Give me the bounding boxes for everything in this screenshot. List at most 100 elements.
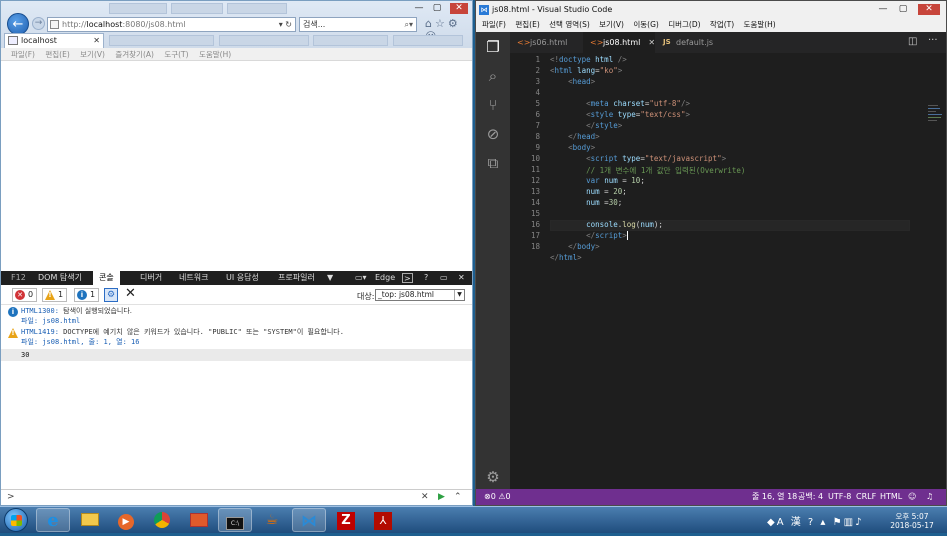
- blurred-tab[interactable]: [109, 3, 167, 14]
- source-control-icon[interactable]: ⑂: [483, 95, 503, 115]
- problems-count[interactable]: ⊗0 ⚠0: [484, 489, 511, 505]
- cursor-position[interactable]: 줄 16, 열 18: [752, 489, 797, 505]
- back-arrow-icon[interactable]: ←: [7, 13, 29, 35]
- info-filter[interactable]: i 1: [74, 288, 100, 302]
- emulation-mode[interactable]: Edge: [375, 271, 395, 285]
- blurred-tab[interactable]: [109, 35, 214, 46]
- blurred-tab[interactable]: [393, 35, 463, 46]
- system-tray[interactable]: ◆A 漢 ? ▴ ⚑▥♪: [767, 513, 863, 528]
- menu-help[interactable]: 도움말(H): [744, 20, 776, 29]
- message-file-link[interactable]: 파일: js08.html, 줄: 1, 열: 16: [21, 337, 472, 347]
- cmd-icon[interactable]: C:\: [218, 508, 252, 532]
- tab-close-icon[interactable]: ✕: [648, 38, 655, 47]
- tab-localhost[interactable]: localhost ✕: [4, 33, 104, 48]
- debug-icon[interactable]: ⊘: [483, 124, 503, 144]
- encoding[interactable]: UTF-8: [828, 489, 851, 505]
- extensions-icon[interactable]: ⧉: [483, 153, 503, 173]
- menu-edit[interactable]: 편집(E): [515, 20, 539, 29]
- close-icon[interactable]: ✕: [450, 3, 468, 14]
- tab-ui-responsiveness[interactable]: UI 응답성: [226, 271, 259, 285]
- blurred-tab[interactable]: [171, 3, 223, 14]
- console-toggle-icon[interactable]: >: [402, 273, 413, 283]
- more-actions-icon[interactable]: ···: [928, 35, 938, 46]
- menu-go[interactable]: 이동(G): [633, 20, 658, 29]
- menu-tools[interactable]: 도구(T): [164, 50, 188, 59]
- console-input[interactable]: > ✕ ▶ ⌃: [1, 489, 472, 505]
- search-icon[interactable]: ⌕: [483, 66, 503, 86]
- language-mode[interactable]: HTML: [880, 489, 902, 505]
- minimize-icon[interactable]: —: [876, 4, 890, 15]
- language-bar-icon[interactable]: ◆: [767, 517, 777, 528]
- expand-icon[interactable]: ⌃: [454, 490, 462, 505]
- file-explorer-icon[interactable]: [73, 508, 107, 532]
- help-icon[interactable]: ?: [424, 271, 428, 285]
- minimize-icon[interactable]: —: [412, 3, 426, 14]
- tab-console[interactable]: 콘솔: [93, 271, 120, 285]
- error-filter[interactable]: ✕ 0: [12, 288, 38, 302]
- explorer-icon[interactable]: ❐: [483, 37, 503, 57]
- undock-icon[interactable]: ▭: [440, 271, 448, 285]
- menu-file[interactable]: 파일(F): [482, 20, 506, 29]
- menu-debug[interactable]: 디버그(D): [668, 20, 700, 29]
- menu-favorites[interactable]: 즐겨찾기(A): [115, 50, 154, 59]
- tab-js08[interactable]: <> js08.html ✕: [583, 32, 655, 53]
- help-icon[interactable]: ?: [808, 517, 815, 528]
- end-of-line[interactable]: CRLF: [856, 489, 876, 505]
- start-button[interactable]: [4, 508, 28, 532]
- message-file-link[interactable]: 파일: js08.html: [21, 316, 472, 326]
- menu-view[interactable]: 보기(V): [599, 20, 624, 29]
- menu-edit[interactable]: 편집(E): [45, 50, 69, 59]
- minimap[interactable]: [928, 103, 944, 125]
- indentation[interactable]: 공백: 4: [798, 489, 823, 505]
- tab-dom-explorer[interactable]: DOM 탐색기: [38, 271, 82, 285]
- blurred-tab[interactable]: [227, 3, 287, 14]
- forward-arrow-icon[interactable]: →: [32, 17, 45, 30]
- clear-console-icon[interactable]: ✕: [125, 286, 136, 301]
- address-dropdown-refresh-icon[interactable]: ▾ ↻: [279, 18, 292, 31]
- run-icon[interactable]: ▶: [438, 490, 445, 505]
- acrobat-icon[interactable]: ⅄: [366, 508, 400, 532]
- split-editor-icon[interactable]: ◫: [908, 36, 917, 47]
- search-box[interactable]: 검색... ⌕▾: [299, 17, 417, 32]
- tab-default-js[interactable]: JS default.js: [656, 32, 728, 53]
- java-icon[interactable]: ☕: [255, 508, 289, 532]
- tab-debugger[interactable]: 디버거: [140, 271, 162, 285]
- filezilla-icon[interactable]: Z: [329, 508, 363, 532]
- warning-filter[interactable]: ! 1: [42, 288, 68, 302]
- settings-gear-icon[interactable]: ⚙: [483, 467, 503, 487]
- media-player-icon[interactable]: ▶: [109, 508, 143, 532]
- tab-profiler[interactable]: 프로파일러: [278, 271, 315, 285]
- vscode-taskbar-icon[interactable]: ⋈: [292, 508, 326, 532]
- ime-indicator[interactable]: A 漢: [777, 517, 803, 528]
- tab-js06[interactable]: <> js06.html: [510, 32, 582, 53]
- clear-input-icon[interactable]: ✕: [421, 490, 429, 505]
- monitor-icon[interactable]: ▭▾: [355, 271, 367, 285]
- devtools-close-icon[interactable]: ✕: [458, 271, 465, 285]
- address-bar[interactable]: http://localhost:8080/js08.html ▾ ↻: [47, 17, 296, 32]
- network-icon[interactable]: ▥: [844, 517, 855, 528]
- volume-icon[interactable]: ♪: [855, 517, 863, 528]
- blurred-tab[interactable]: [219, 35, 309, 46]
- close-icon[interactable]: ✕: [918, 4, 940, 15]
- code-editor[interactable]: 1 2 3 4 5 6 7 8 9 10 11 12 13 14 15 16 17 18 <!doctype ht…: [510, 53, 946, 489]
- ie-taskbar-icon[interactable]: e: [36, 508, 70, 532]
- app-icon[interactable]: [182, 508, 216, 532]
- blurred-tab[interactable]: [313, 35, 388, 46]
- maximize-icon[interactable]: ▢: [430, 3, 444, 14]
- search-icon[interactable]: ⌕▾: [405, 18, 414, 31]
- notifications-bell-icon[interactable]: ♫: [926, 489, 933, 505]
- tray-expand-icon[interactable]: ▴: [820, 517, 827, 528]
- menu-tasks[interactable]: 작업(T): [710, 20, 734, 29]
- tab-network[interactable]: 네트워크: [179, 271, 208, 285]
- menu-help[interactable]: 도움말(H): [199, 50, 231, 59]
- filter-toggle-icon[interactable]: ⚙: [104, 288, 118, 302]
- maximize-icon[interactable]: ▢: [896, 4, 910, 15]
- flag-icon[interactable]: ⚑: [833, 517, 844, 528]
- menu-file[interactable]: 파일(F): [11, 50, 35, 59]
- target-select[interactable]: _top: js08.html ▼: [375, 289, 465, 301]
- feedback-smiley-icon[interactable]: ☺: [908, 489, 916, 505]
- clock[interactable]: 오후 5:07 2018-05-17: [888, 512, 936, 530]
- menu-view[interactable]: 보기(V): [80, 50, 105, 59]
- menu-selection[interactable]: 선택 영역(S): [549, 20, 590, 29]
- more-tabs-chevron-icon[interactable]: ▼: [327, 271, 333, 285]
